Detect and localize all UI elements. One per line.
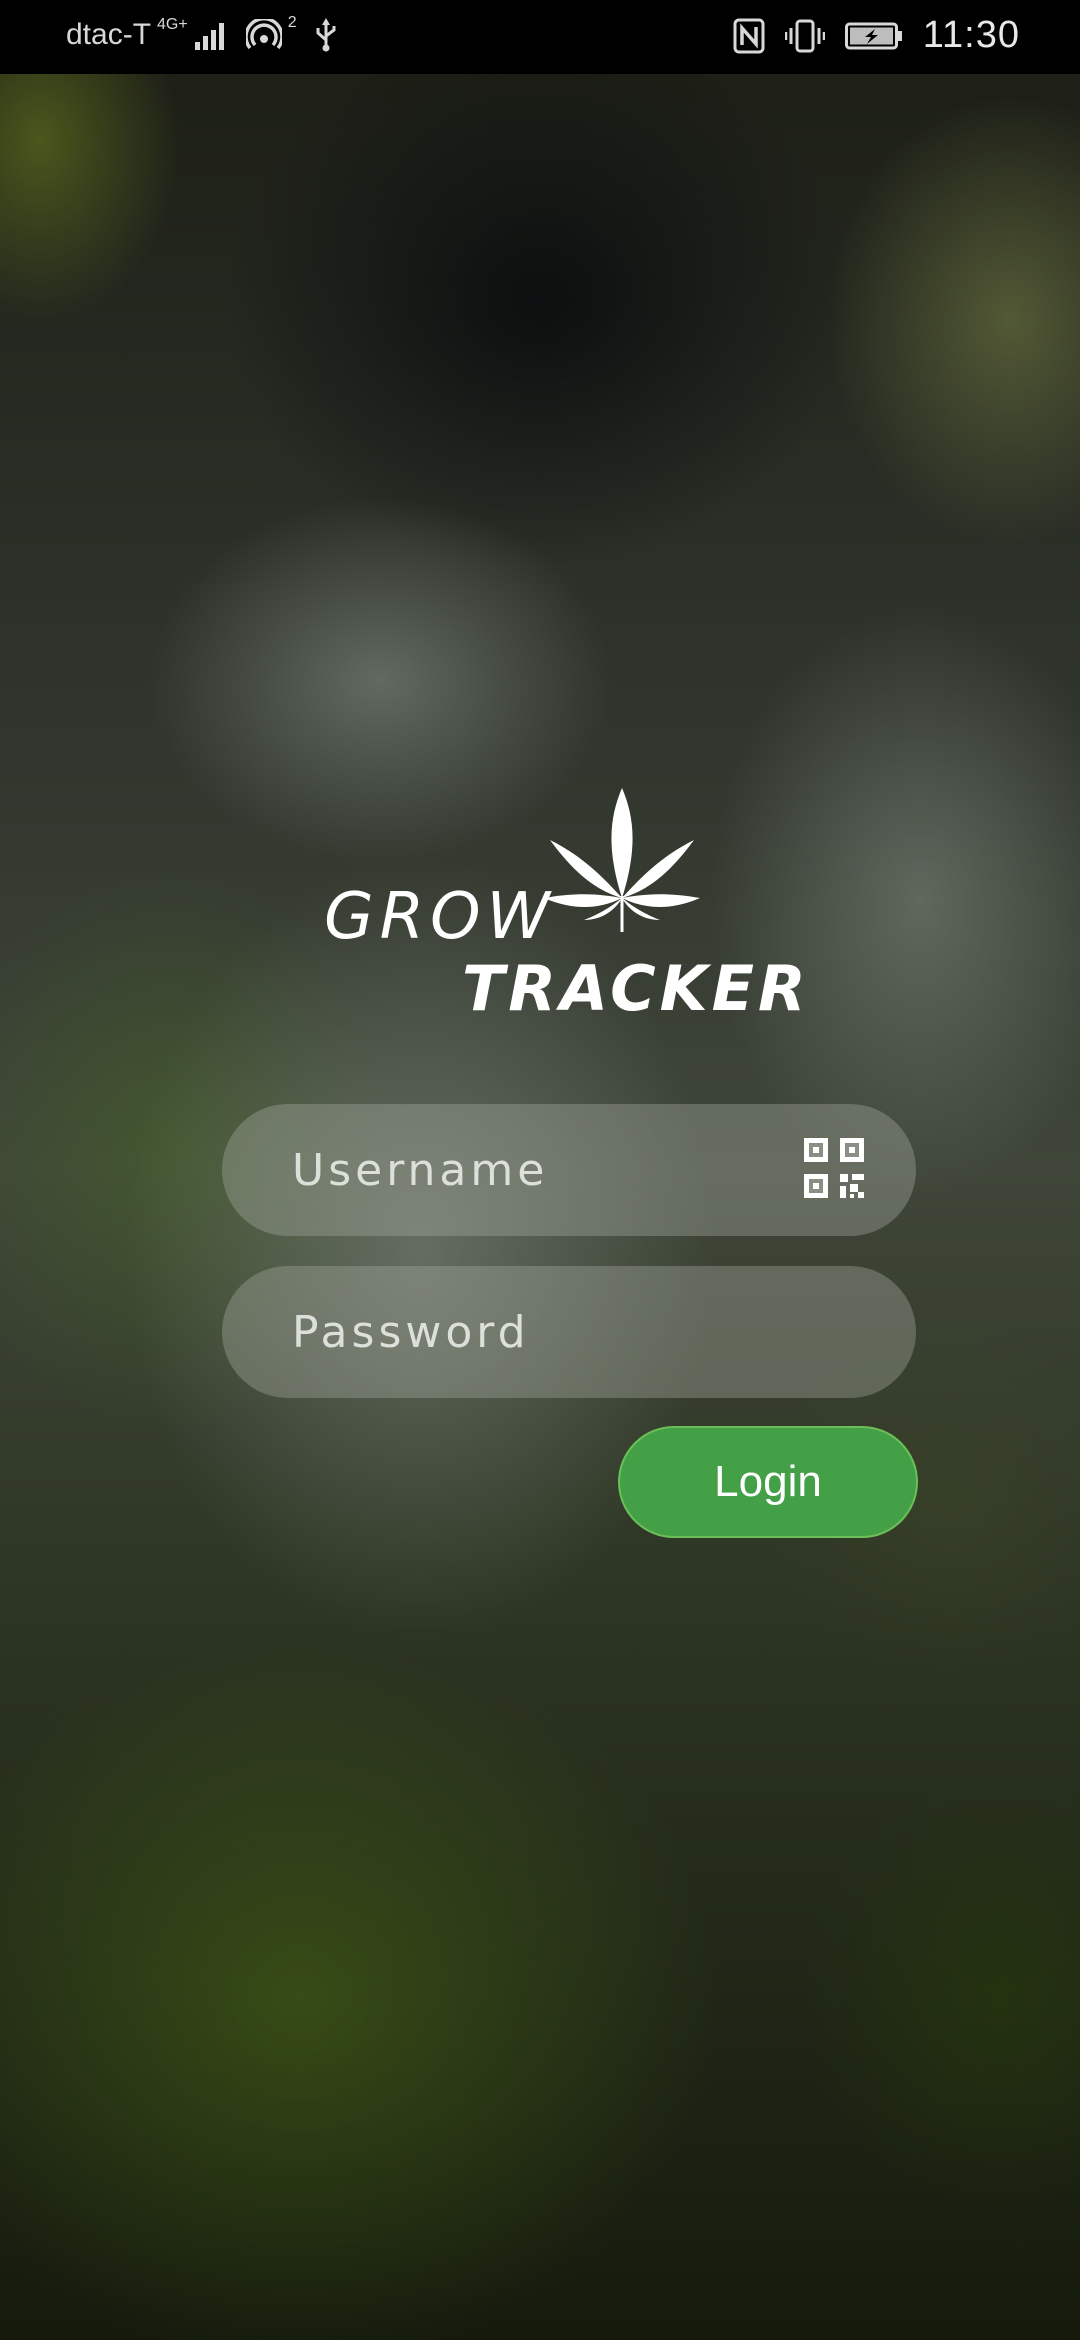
hotspot-icon <box>245 19 282 51</box>
password-field-container <box>222 1266 916 1398</box>
signal-icon <box>194 20 228 50</box>
login-button[interactable]: Login <box>618 1426 918 1538</box>
clock: 11:30 <box>922 14 1020 56</box>
password-input[interactable] <box>292 1266 792 1398</box>
network-type: 4G+ <box>157 16 188 33</box>
username-field-container <box>222 1104 916 1236</box>
logo-text-tracker: TRACKER <box>462 952 810 1025</box>
battery-charging-icon <box>844 21 903 51</box>
vibrate-icon <box>784 18 825 54</box>
logo-text-grow: GROW <box>324 880 556 954</box>
username-input[interactable] <box>292 1104 792 1236</box>
hotspot-count: 2 <box>287 14 297 31</box>
app-logo: GROW TRACKER <box>320 780 806 1030</box>
status-right: 11:30 <box>733 14 1020 57</box>
carrier-name: dtac-T <box>66 18 152 51</box>
usb-icon <box>315 18 337 52</box>
status-bar: dtac-T 4G+ 2 11:30 <box>0 0 1080 74</box>
cannabis-leaf-icon <box>542 786 702 946</box>
qr-code-icon[interactable] <box>804 1138 864 1198</box>
status-left: dtac-T 4G+ 2 <box>66 14 337 52</box>
login-screen: dtac-T 4G+ 2 11:30 GROW TRACKER Username… <box>0 0 1080 2340</box>
nfc-icon <box>733 18 765 54</box>
